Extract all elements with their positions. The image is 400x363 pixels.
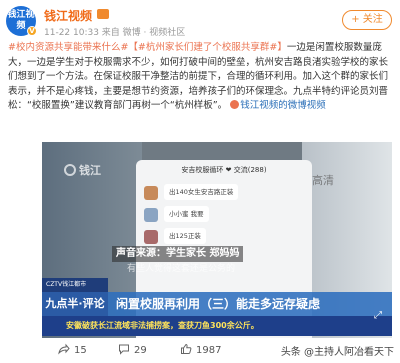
- fullscreen-icon[interactable]: ⤢: [374, 310, 386, 322]
- news-headline: 闲置校服再利用（三）能走多远存疑虑: [108, 292, 392, 316]
- video-subtitle: 声音来源：学生家长 郑妈妈: [112, 246, 244, 262]
- verified-badge-icon: V: [27, 26, 37, 36]
- chat-row: 小小蜜 我要: [144, 206, 304, 228]
- news-ticker: 安徽破获长江流域非法捕捞案，查获刀鱼300余公斤。: [42, 316, 392, 336]
- show-name: 九点半·评论: [42, 292, 108, 316]
- video-link-icon: [230, 100, 240, 110]
- station-logo-icon: [64, 164, 76, 176]
- chat-header: 安吉校服循环 ❤ 交流(288): [181, 166, 267, 174]
- video-link[interactable]: 钱江视频的微博视频: [240, 100, 326, 111]
- member-icon: [97, 9, 109, 19]
- like-button[interactable]: 1987: [180, 343, 221, 359]
- video-subtitle-line2: 有些人觉得这套还是公务的: [127, 264, 236, 274]
- follow-button[interactable]: + 关注: [342, 10, 392, 30]
- chat-bubble: 小小蜜 我要: [164, 206, 209, 222]
- video-player[interactable]: 安吉校服循环 ❤ 交流(288) 出140女生安吉路正装 小小蜜 我要 出125…: [42, 142, 392, 338]
- post-body: #校内资源共享能带来什么#【#杭州家长们建了个校服共享群#】一边是闲置校服数量庞…: [8, 41, 394, 114]
- chat-avatar: [144, 230, 158, 244]
- chat-bubble: 出140女生安吉路正装: [164, 184, 239, 200]
- comment-icon: [119, 344, 129, 355]
- share-button[interactable]: 15: [58, 343, 87, 359]
- blur-label: 高清: [312, 174, 334, 187]
- thumbs-up-icon: [181, 343, 192, 354]
- source-watermark: 头条 @主持人阿冶看天下: [280, 347, 394, 358]
- account-name[interactable]: 钱江视频: [44, 7, 92, 24]
- chat-bubble: 出125正装: [164, 228, 206, 244]
- like-count: 1987: [196, 345, 222, 356]
- station-watermark: 钱江: [64, 162, 101, 178]
- chat-avatar: [144, 208, 158, 222]
- post-meta: 11-22 10:33 来自 微博 · 视频社区: [44, 28, 186, 38]
- topic-link-1[interactable]: #校内资源共享能带来什么#: [8, 42, 128, 53]
- post-header: 钱江视频 V 钱江视频 11-22 10:33 来自 微博 · 视频社区 + 关…: [0, 0, 400, 40]
- chat-row: 出140女生安吉路正装: [144, 184, 304, 206]
- comment-count: 29: [134, 345, 147, 356]
- topic-link-2[interactable]: 【#杭州家长们建了个校服共享群#】: [128, 42, 286, 53]
- comment-button[interactable]: 29: [118, 343, 147, 359]
- share-count: 15: [74, 345, 87, 356]
- chat-avatar: [144, 186, 158, 200]
- station-watermark-text: 钱江: [79, 164, 101, 177]
- share-icon: [58, 343, 70, 355]
- news-lower-third: CZTV钱江都市 九点半·评论 闲置校服再利用（三）能走多远存疑虑 新闻 安徽破…: [42, 278, 392, 338]
- station-label: CZTV钱江都市: [42, 278, 108, 292]
